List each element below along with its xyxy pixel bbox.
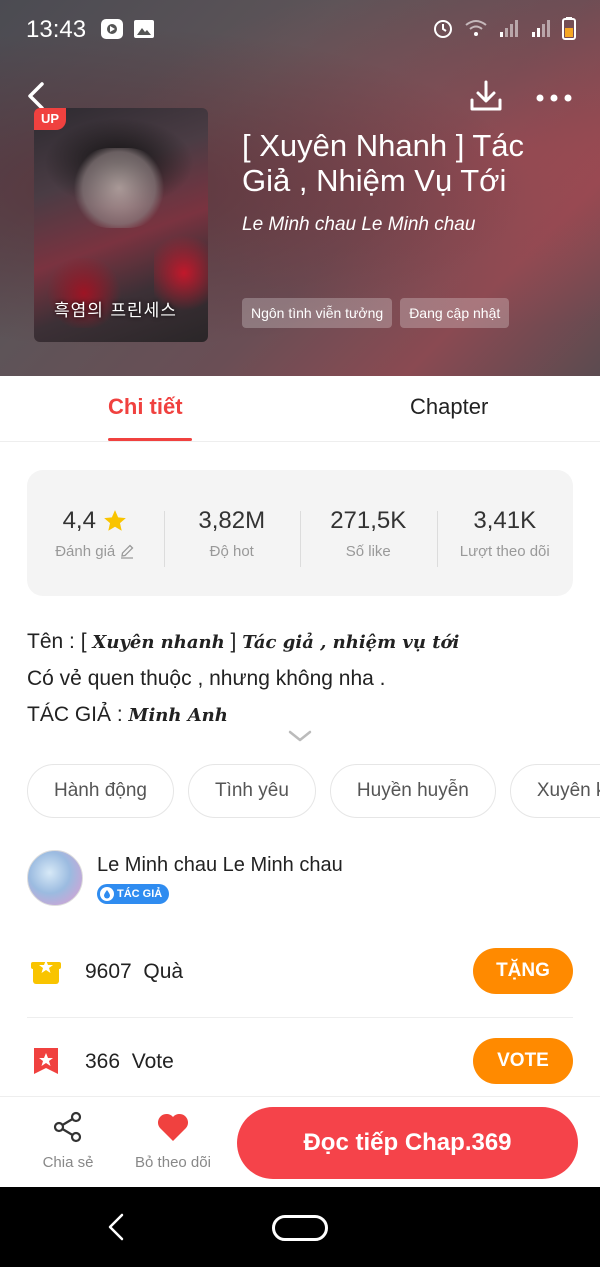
edit-pencil-icon[interactable] <box>119 543 135 559</box>
tag-chip[interactable]: Huyền huyễn <box>329 764 496 818</box>
status-chip: Đang cập nhật <box>400 298 510 328</box>
vote-ticket-icon <box>34 1048 58 1074</box>
system-navigation-bar <box>0 1187 600 1267</box>
tab-bar: Chi tiết Chapter <box>0 376 600 442</box>
bottom-action-bar: Chia sẻ Bỏ theo dõi Đọc tiếp Chap.369 <box>0 1096 600 1187</box>
active-tab-indicator <box>108 438 192 441</box>
share-button[interactable]: Chia sẻ <box>38 1111 98 1171</box>
description-line-2: Có vẻ quen thuộc , nhưng không nha . <box>27 667 386 690</box>
hot-label: Độ hot <box>209 542 254 560</box>
likes-label: Số like <box>345 542 391 560</box>
continue-reading-button[interactable]: Đọc tiếp Chap.369 <box>237 1107 578 1179</box>
stat-likes: 271,5K Số like <box>300 506 437 567</box>
up-badge: UP <box>34 108 66 130</box>
stat-followers: 3,41K Lượt theo dõi <box>436 506 574 567</box>
vote-button[interactable]: VOTE <box>473 1038 573 1084</box>
hot-value: 3,82M <box>198 506 266 534</box>
signal-icon <box>500 20 518 37</box>
battery-icon <box>562 17 576 40</box>
gift-count: 9607 <box>85 960 132 983</box>
gift-icon <box>31 960 61 984</box>
cover-image[interactable]: 흑염의 프린세스 <box>34 108 208 342</box>
more-options-button[interactable] <box>534 84 574 112</box>
tag-chip[interactable]: Tình yêu <box>187 764 316 818</box>
star-icon <box>104 509 126 531</box>
header-banner: 13:43 흑염의 프린세스 UP [Xuyên Nhanh] Tác Gi… <box>0 0 600 376</box>
tag-chip[interactable]: Hành động <box>27 764 174 818</box>
unfollow-button[interactable]: Bỏ theo dõi <box>128 1111 218 1171</box>
heart-icon <box>157 1113 189 1141</box>
system-home-button[interactable] <box>272 1215 328 1241</box>
vote-row: 366 Vote VOTE <box>27 1018 573 1108</box>
share-label: Chia sẻ <box>42 1154 94 1171</box>
give-gift-button[interactable]: TẶNG <box>473 948 573 994</box>
likes-value: 271,5K <box>330 506 407 534</box>
status-bar: 13:43 <box>0 0 600 62</box>
tab-chapter[interactable]: Chapter <box>410 394 488 420</box>
genre-chips: Ngôn tình viễn tưởng Đang cập nhật <box>242 298 510 328</box>
gift-row: 9607 Quà TẶNG <box>27 928 573 1018</box>
vote-label: Vote <box>131 1050 174 1073</box>
story-author[interactable]: Le Minh chau Le Minh chau <box>242 214 475 236</box>
followers-value: 3,41K <box>473 506 537 534</box>
share-icon <box>53 1111 82 1143</box>
followers-label: Lượt theo dõi <box>459 542 550 560</box>
genre-chip[interactable]: Ngôn tình viễn tưởng <box>242 298 393 328</box>
expand-description-chevron-icon[interactable] <box>288 728 312 744</box>
gallery-icon <box>134 20 154 38</box>
droplet-icon <box>100 887 114 901</box>
alarm-icon <box>434 20 452 38</box>
unfollow-label: Bỏ theo dõi <box>135 1154 211 1171</box>
tag-list: Hành động Tình yêu Huyền huyễn Xuyên k <box>27 764 600 818</box>
rating-label: Đánh giá <box>55 542 116 560</box>
tag-chip[interactable]: Xuyên k <box>509 764 600 818</box>
system-back-icon[interactable] <box>104 1211 128 1243</box>
stats-card: 4,4 Đánh giá 3,82M Độ hot 271,5K Số like… <box>27 470 573 596</box>
gift-label: Quà <box>143 960 184 983</box>
author-badge: TÁC GIẢ <box>97 884 170 904</box>
tab-details[interactable]: Chi tiết <box>108 394 183 420</box>
rating-value: 4,4 <box>62 506 96 534</box>
author-name[interactable]: Le Minh chau Le Minh chau <box>97 854 343 877</box>
story-description: Tên : [ Xuyên nhanh ] Tác giả , nhiệm vụ… <box>27 624 573 734</box>
download-button[interactable] <box>468 78 504 114</box>
description-line-1: Tên : [ Xuyên nhanh ] Tác giả , nhiệm vụ… <box>27 630 460 653</box>
stat-rating[interactable]: 4,4 Đánh giá <box>27 507 164 560</box>
stat-hot: 3,82M Độ hot <box>163 506 301 567</box>
signal-2-icon <box>532 20 550 37</box>
cover-logo-text: 흑염의 프린세스 <box>54 301 177 321</box>
author-avatar[interactable] <box>27 850 83 906</box>
wifi-icon <box>465 20 487 36</box>
video-app-icon <box>101 19 123 39</box>
story-title: [ Xuyên Nhanh ] Tác Giả , Nhiệm Vụ Tới <box>242 128 525 198</box>
vote-count: 366 <box>85 1050 121 1073</box>
author-profile[interactable]: Le Minh chau Le Minh chau TÁC GIẢ <box>27 850 573 910</box>
status-time: 13:43 <box>26 16 87 43</box>
